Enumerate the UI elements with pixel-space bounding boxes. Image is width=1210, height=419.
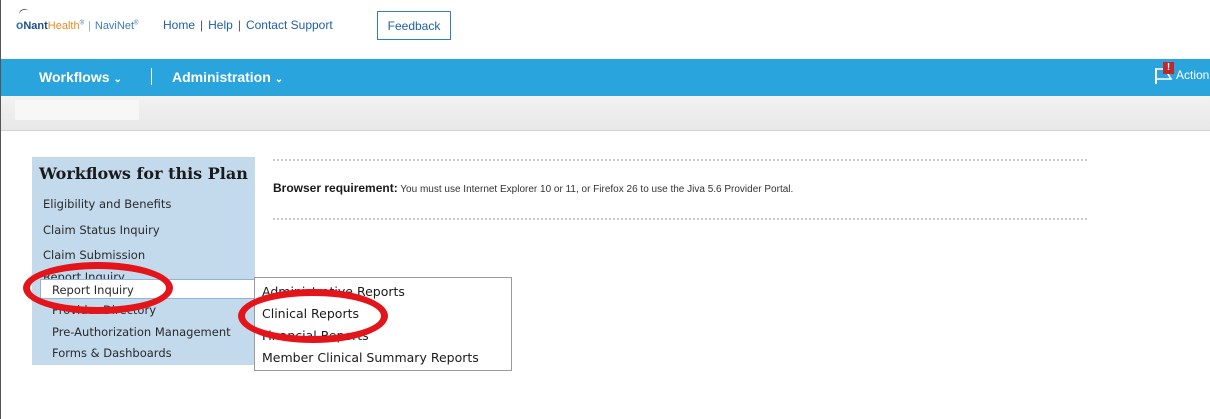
administration-menu[interactable]: Administration ⌄ <box>172 69 283 85</box>
help-link[interactable]: Help <box>208 18 233 32</box>
divider-dotted-top <box>273 159 1087 161</box>
main-nav-bar: Workflows ⌄ Administration ⌄ ! Action <box>1 59 1210 96</box>
chevron-down-icon: ⌄ <box>274 74 284 85</box>
workflow-eligibility-benefits[interactable]: Eligibility and Benefits <box>43 197 171 211</box>
administration-menu-label: Administration <box>172 69 271 85</box>
browser-requirement-text: You must use Internet Explorer 10 or 11,… <box>397 184 794 195</box>
top-links: Home | Help | Contact Support <box>163 18 333 32</box>
workflow-claim-status-inquiry[interactable]: Claim Status Inquiry <box>43 223 160 237</box>
workflow-claim-submission[interactable]: Claim Submission <box>43 248 145 262</box>
submenu-financial-reports[interactable]: Financial Reports <box>262 328 369 343</box>
home-link[interactable]: Home <box>163 18 195 32</box>
workflows-panel: Workflows for this Plan Eligibility and … <box>32 157 270 365</box>
browser-requirement-label: Browser requirement: <box>273 181 398 195</box>
sub-tab-strip <box>1 96 1210 131</box>
logo-arc-icon <box>17 7 31 19</box>
sub-forms-dashboards[interactable]: Forms & Dashboards <box>52 346 172 360</box>
sub-pre-authorization-management[interactable]: Pre-Authorization Management <box>52 325 231 339</box>
nav-divider <box>151 68 152 85</box>
submenu-administrative-reports[interactable]: Administrative Reports <box>262 284 405 299</box>
actions-button[interactable]: ! Action <box>1154 62 1210 86</box>
sub-tab[interactable] <box>15 100 139 120</box>
contact-support-link[interactable]: Contact Support <box>246 18 333 32</box>
feedback-button[interactable]: Feedback <box>377 11 451 40</box>
sub-provider-directory[interactable]: Provider Directory <box>52 303 156 317</box>
workflows-menu-label: Workflows <box>39 69 110 85</box>
workflows-panel-title: Workflows for this Plan <box>39 164 248 183</box>
nanthealth-navinet-logo[interactable]: oNantHealth® | NaviNet® <box>16 7 138 32</box>
alert-badge: ! <box>1163 62 1174 74</box>
divider-dotted-bottom <box>273 218 1087 220</box>
sub-report-inquiry[interactable]: Report Inquiry <box>52 283 134 297</box>
flag-icon: ! <box>1154 62 1176 86</box>
top-header: oNantHealth® | NaviNet® Home | Help | Contact … <box>1 0 1210 59</box>
chevron-down-icon: ⌄ <box>113 74 122 85</box>
report-inquiry-submenu: Administrative Reports Clinical Reports … <box>254 277 512 371</box>
actions-label: Action <box>1176 68 1210 82</box>
workflows-menu[interactable]: Workflows ⌄ <box>39 69 122 85</box>
submenu-member-clinical-summary-reports[interactable]: Member Clinical Summary Reports <box>262 350 479 365</box>
browser-requirement-notice: Browser requirement: You must use Intern… <box>273 181 793 195</box>
submenu-clinical-reports[interactable]: Clinical Reports <box>262 306 359 321</box>
